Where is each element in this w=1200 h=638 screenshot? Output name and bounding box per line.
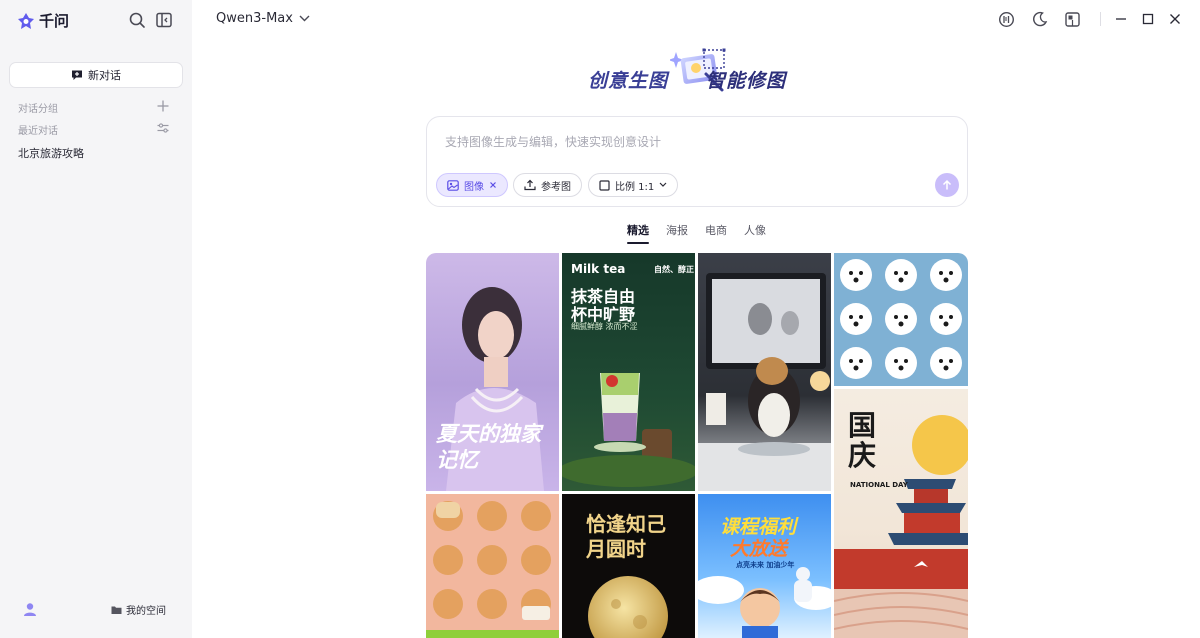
course-subtitle: 点亮未来 加油少年: [736, 561, 795, 569]
inspiration-gallery: 夏天的独家记忆 Milk tea 自然、醇正 抹茶自由 杯中旷野 细腻鲜醇 浓而…: [426, 253, 968, 638]
my-space-label: 我的空间: [126, 606, 166, 617]
maximize-icon[interactable]: [1141, 12, 1155, 26]
image-mode-label: 图像: [464, 181, 484, 193]
layout-icon[interactable]: [1064, 11, 1081, 28]
search-icon[interactable]: [128, 11, 146, 29]
feature-banner: 创意生图 智能修图: [586, 44, 806, 98]
recent-label: 最近对话: [18, 126, 58, 137]
image-icon: [447, 179, 459, 191]
dark-mode-icon[interactable]: [1031, 11, 1048, 28]
tab-portrait[interactable]: 人像: [744, 222, 766, 242]
new-chat-label: 新对话: [88, 69, 121, 82]
app-logo[interactable]: 千问: [17, 10, 69, 31]
poster1-title: 夏天的独家记忆: [436, 421, 541, 472]
gallery-card-milk-tea[interactable]: Milk tea 自然、醇正 抹茶自由 杯中旷野 细腻鲜醇 浓而不涩: [562, 253, 695, 491]
app-name: 千问: [39, 12, 70, 30]
prompt-composer: 图像 参考图 比例 1:1: [426, 116, 968, 207]
gallery-card-national-day[interactable]: 国庆 NATIONAL DAY: [834, 389, 968, 638]
my-space-button[interactable]: 我的空间: [111, 602, 166, 617]
close-icon[interactable]: [1168, 12, 1182, 26]
send-button[interactable]: [935, 173, 959, 197]
aspect-ratio-select[interactable]: 比例 1:1: [588, 173, 679, 197]
banner-edit-title: 智能修图: [706, 70, 787, 92]
collapse-sidebar-icon[interactable]: [155, 11, 173, 29]
chevron-down-icon: [299, 15, 310, 22]
user-avatar-icon[interactable]: [22, 601, 38, 617]
tab-poster[interactable]: 海报: [666, 222, 688, 242]
banner-create-title: 创意生图: [588, 70, 669, 92]
milk-tea-brand: Milk tea: [571, 262, 626, 276]
minimize-icon[interactable]: [1114, 12, 1128, 26]
milk-tea-tag: 自然、醇正: [654, 265, 694, 274]
milk-tea-subtitle: 细腻鲜醇 浓而不涩: [571, 322, 638, 331]
square-icon: [599, 179, 610, 191]
titlebar-divider: [1100, 12, 1101, 26]
gallery-card-summer-portrait[interactable]: 夏天的独家记忆: [426, 253, 559, 491]
qwen-logo-icon: [18, 12, 34, 29]
folder-icon: [111, 606, 122, 614]
gallery-card-cat-grid[interactable]: [426, 494, 559, 638]
moon-title: 恰逢知己月圆时: [586, 512, 666, 561]
model-name: Qwen3-Max: [216, 11, 293, 26]
gallery-card-dog-figurine[interactable]: [698, 253, 831, 491]
upload-icon: [524, 179, 536, 191]
filter-icon[interactable]: [156, 121, 170, 135]
course-title-2: 大放送: [730, 538, 788, 560]
new-chat-button[interactable]: 新对话: [9, 62, 183, 88]
reference-image-label: 参考图: [541, 181, 571, 193]
reference-image-button[interactable]: 参考图: [513, 173, 582, 197]
poodle-grid-illustration: [840, 259, 962, 379]
tab-ecommerce[interactable]: 电商: [705, 222, 727, 242]
groups-label: 对话分组: [18, 104, 58, 115]
tab-featured[interactable]: 精选: [627, 222, 649, 244]
gallery-card-poodle-grid[interactable]: [834, 253, 968, 386]
translate-icon[interactable]: [998, 11, 1015, 28]
national-day-title: 国庆: [848, 409, 877, 472]
chevron-down-icon: [659, 182, 667, 187]
dog-figurine-illustration: [698, 273, 831, 491]
gallery-card-mid-autumn-moon[interactable]: 恰逢知己月圆时: [562, 494, 695, 638]
cat-grid-illustration: [426, 501, 559, 638]
history-item[interactable]: 北京旅游攻略: [18, 145, 84, 161]
aspect-ratio-label: 比例 1:1: [615, 181, 655, 193]
gallery-card-course-promo[interactable]: 课程福利 大放送 点亮未来 加油少年: [698, 494, 831, 638]
sidebar: 千问 新对话 对话分组 最近对话 北京旅游攻略 我的空间: [0, 0, 192, 638]
arrow-up-icon: [942, 179, 952, 190]
remove-chip-icon[interactable]: [489, 181, 497, 189]
gallery-tabs: 精选 海报 电商 人像: [627, 222, 766, 244]
national-day-subtitle: NATIONAL DAY: [850, 481, 908, 489]
app-window: 千问 新对话 对话分组 最近对话 北京旅游攻略 我的空间 Qwen3-Max 创…: [0, 0, 1200, 638]
model-selector[interactable]: Qwen3-Max: [216, 11, 310, 26]
prompt-input[interactable]: [445, 135, 945, 149]
add-group-icon[interactable]: [156, 99, 170, 113]
chat-bubble-icon: [72, 70, 82, 80]
image-mode-chip[interactable]: 图像: [436, 173, 508, 197]
